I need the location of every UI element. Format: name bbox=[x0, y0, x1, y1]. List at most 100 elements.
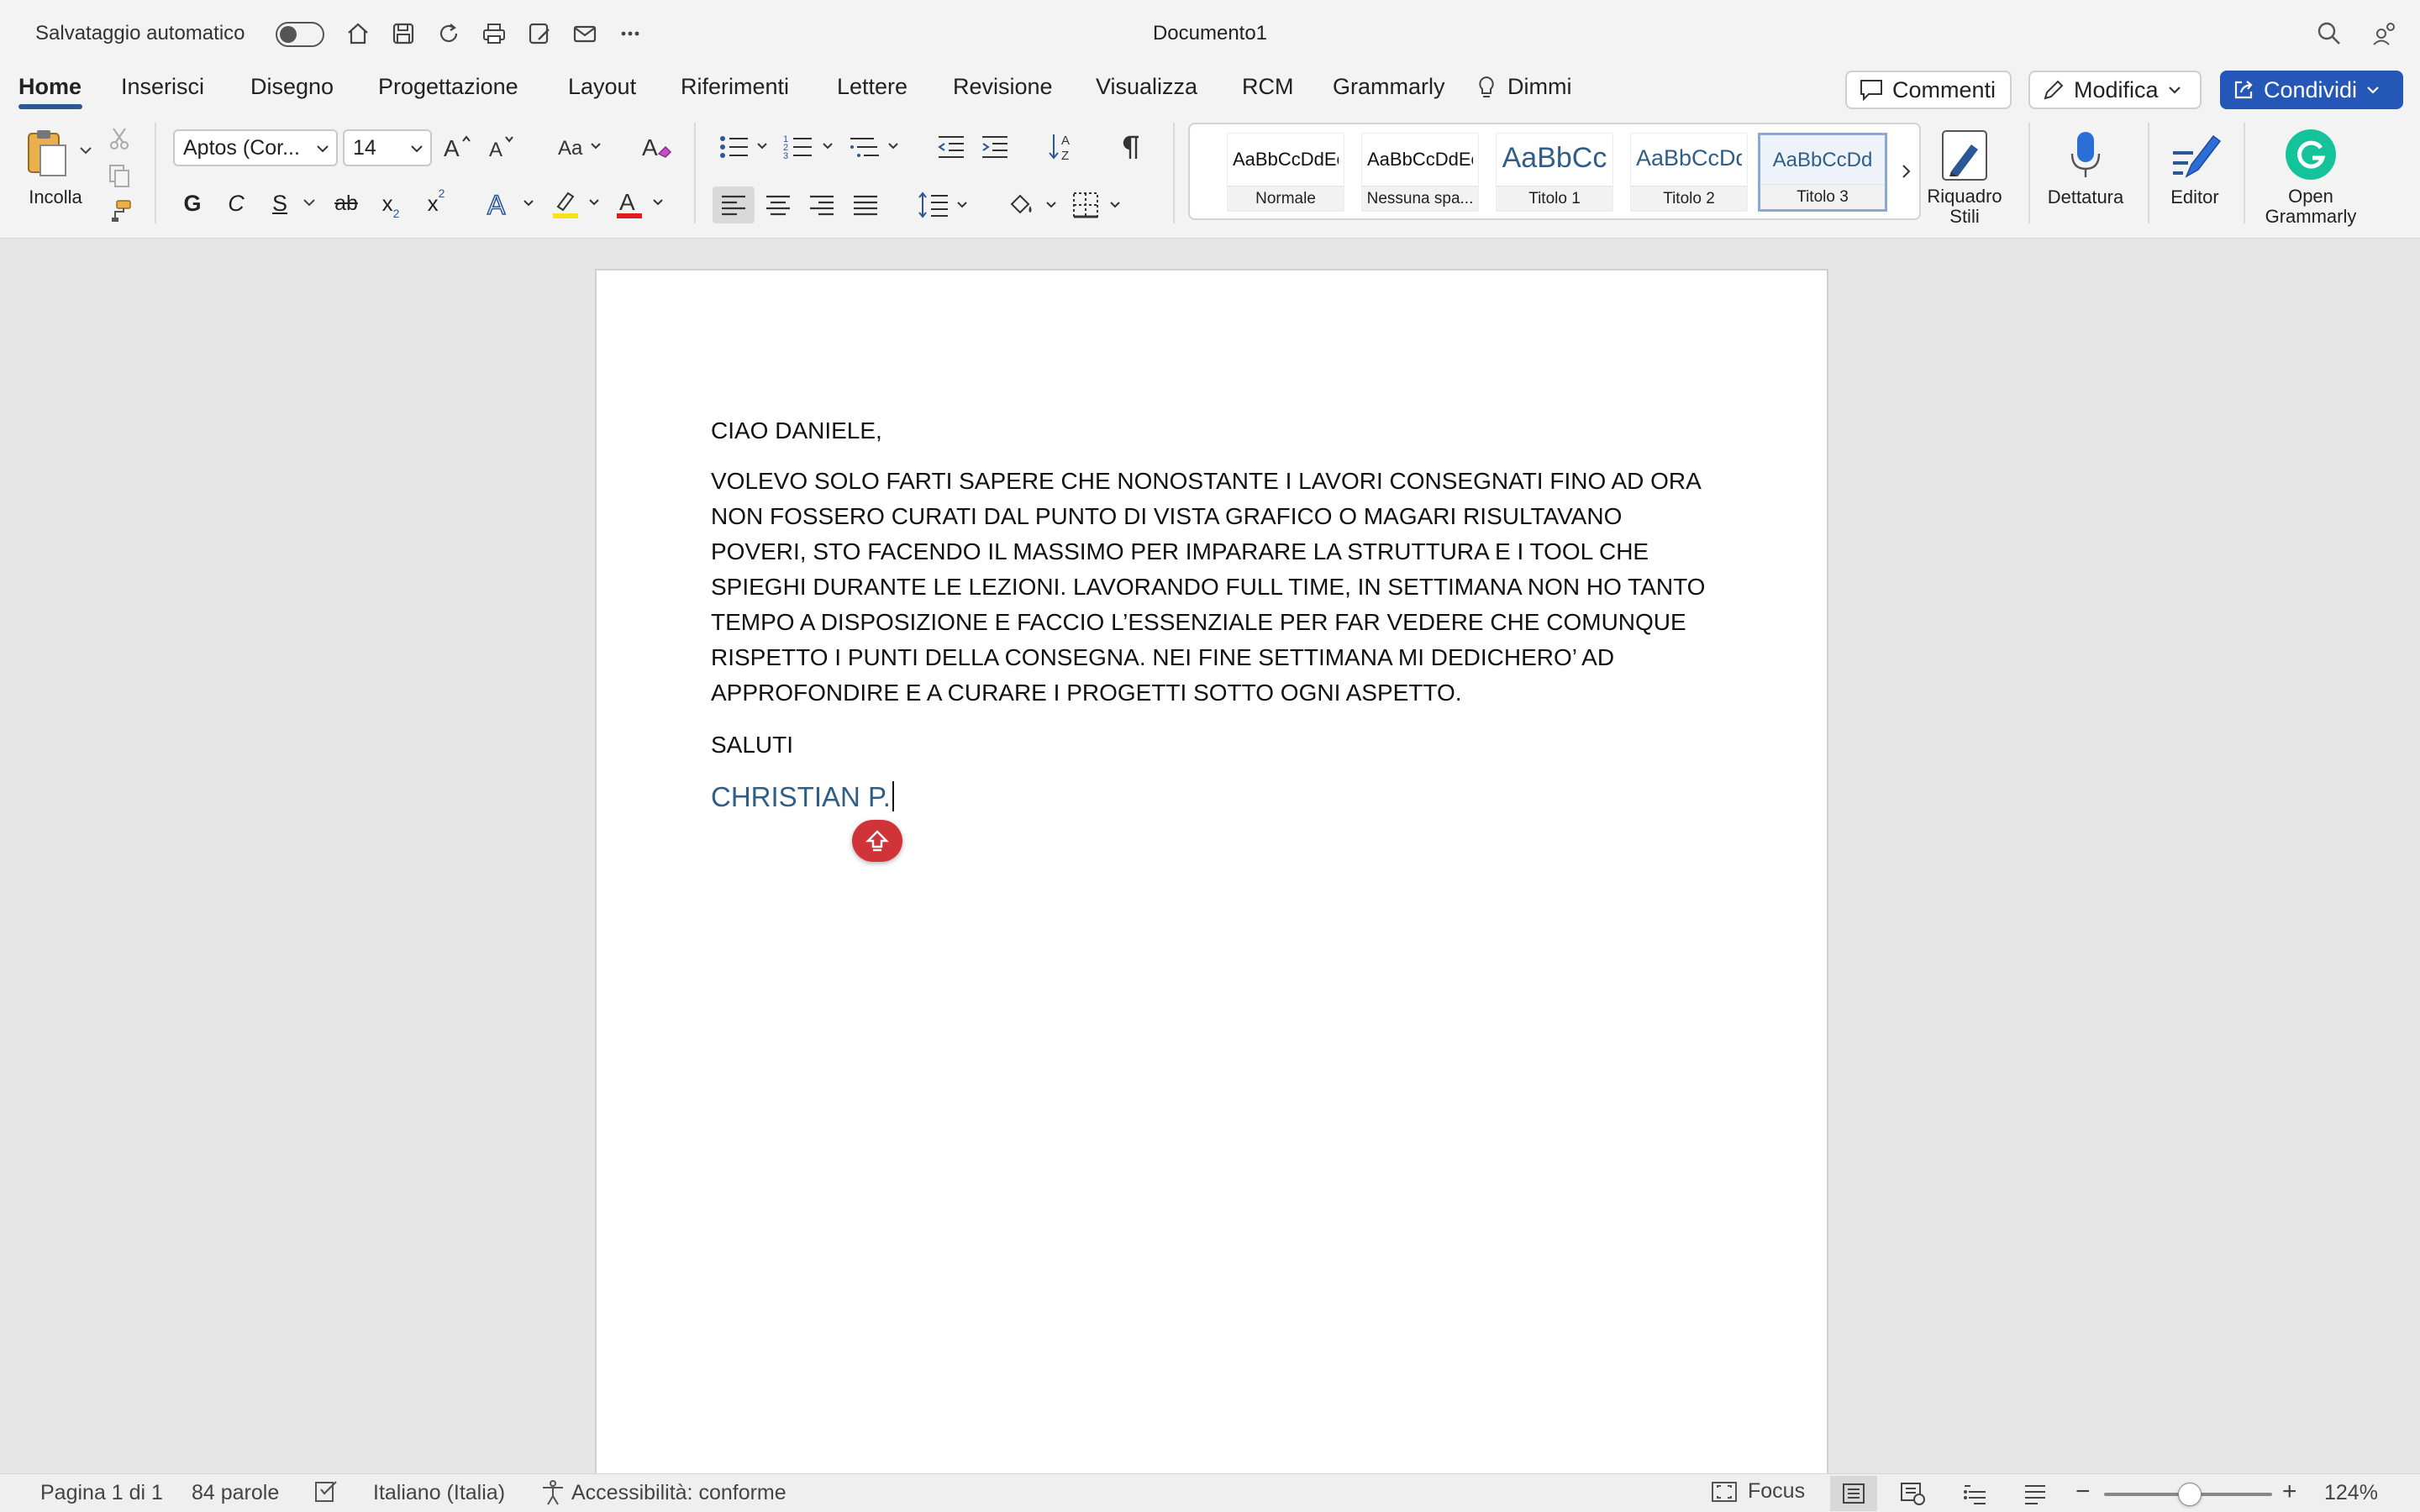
style-normale[interactable]: AaBbCcDdEe Normale bbox=[1227, 133, 1344, 212]
superscript-button[interactable]: x2 bbox=[424, 186, 449, 220]
paste-chevron-icon[interactable] bbox=[79, 146, 92, 156]
document-body[interactable]: VOLEVO SOLO FARTI SAPERE CHE NONOSTANTE … bbox=[711, 464, 1711, 711]
document-page[interactable] bbox=[595, 269, 1828, 1478]
line-spacing-icon[interactable] bbox=[916, 186, 975, 223]
comments-button[interactable]: Commenti bbox=[1845, 71, 2012, 109]
style-name: Titolo 3 bbox=[1760, 184, 1885, 209]
underline-chevron-icon[interactable] bbox=[302, 198, 316, 208]
paste-icon[interactable] bbox=[22, 126, 72, 181]
tab-grammarly[interactable]: Grammarly bbox=[1333, 74, 1445, 100]
multilevel-list-icon[interactable] bbox=[847, 129, 906, 165]
microphone-icon[interactable] bbox=[2064, 126, 2107, 185]
change-case-icon[interactable]: Aa bbox=[548, 128, 607, 166]
edit-mode-button[interactable]: Modifica bbox=[2028, 71, 2202, 109]
outline-view-icon[interactable] bbox=[1951, 1476, 1998, 1511]
focus-button[interactable]: Focus bbox=[1711, 1479, 1805, 1504]
chevron-down-icon bbox=[411, 145, 423, 153]
style-titolo-2[interactable]: AaBbCcDd Titolo 2 bbox=[1630, 133, 1748, 212]
align-left-icon[interactable] bbox=[713, 186, 755, 223]
tab-disegno[interactable]: Disegno bbox=[250, 74, 334, 100]
zoom-out-icon[interactable]: − bbox=[2075, 1478, 2091, 1506]
tab-lettere[interactable]: Lettere bbox=[837, 74, 908, 100]
search-icon[interactable] bbox=[2312, 17, 2346, 50]
format-painter-icon[interactable] bbox=[104, 197, 134, 225]
font-size-combo[interactable]: 14 bbox=[343, 129, 432, 166]
print-icon[interactable] bbox=[477, 17, 511, 50]
grow-font-icon[interactable]: A bbox=[440, 128, 474, 166]
styles-pane-icon[interactable] bbox=[1938, 126, 1991, 185]
bullets-icon[interactable] bbox=[716, 129, 775, 165]
styles-more-icon[interactable] bbox=[1896, 156, 1918, 186]
page-count[interactable]: Pagina 1 di 1 bbox=[40, 1481, 163, 1505]
tab-home[interactable]: Home bbox=[18, 74, 82, 100]
italic-button[interactable]: C bbox=[224, 186, 249, 220]
more-icon[interactable] bbox=[613, 17, 647, 50]
font-size-value: 14 bbox=[353, 135, 376, 160]
tab-progettazione[interactable]: Progettazione bbox=[378, 74, 518, 100]
document-signature[interactable]: CHRISTIAN P. bbox=[711, 780, 1711, 815]
superscript-label: x bbox=[427, 190, 439, 216]
word-count[interactable]: 84 parole bbox=[192, 1481, 279, 1505]
tab-riferimenti[interactable]: Riferimenti bbox=[681, 74, 789, 100]
bold-button[interactable]: G bbox=[180, 186, 205, 220]
sort-icon[interactable]: AZ bbox=[1045, 129, 1082, 165]
style-titolo-3[interactable]: AaBbCcDd Titolo 3 bbox=[1758, 133, 1887, 212]
editor-label: Editor bbox=[2170, 186, 2219, 207]
tab-revisione[interactable]: Revisione bbox=[953, 74, 1053, 100]
subscript-mark-icon: 2 bbox=[392, 207, 400, 220]
home-icon[interactable] bbox=[341, 17, 375, 50]
tab-visualizza[interactable]: Visualizza bbox=[1096, 74, 1197, 100]
style-nessuna-spaziatura[interactable]: AaBbCcDdEe Nessuna spa... bbox=[1361, 133, 1479, 212]
cut-icon[interactable] bbox=[104, 124, 134, 153]
zoom-percentage[interactable]: 124% bbox=[2324, 1481, 2378, 1505]
zoom-in-icon[interactable]: + bbox=[2282, 1478, 2297, 1506]
zoom-slider-thumb[interactable] bbox=[2178, 1483, 2202, 1506]
grammarly-icon[interactable] bbox=[2282, 126, 2339, 183]
redo-icon[interactable] bbox=[432, 17, 466, 50]
font-name-combo[interactable]: Aptos (Cor... bbox=[173, 129, 338, 166]
numbering-icon[interactable]: 123 bbox=[781, 129, 840, 165]
mail-icon[interactable] bbox=[568, 17, 602, 50]
save-as-icon[interactable] bbox=[523, 17, 556, 50]
font-color-icon[interactable]: A bbox=[612, 186, 671, 222]
style-name: Titolo 1 bbox=[1497, 186, 1612, 211]
tab-inserisci[interactable]: Inserisci bbox=[121, 74, 204, 100]
shrink-font-icon[interactable]: A bbox=[484, 128, 518, 166]
style-titolo-1[interactable]: AaBbCc Titolo 1 bbox=[1496, 133, 1613, 212]
share-button[interactable]: Condividi bbox=[2220, 71, 2403, 109]
editor-icon[interactable] bbox=[2166, 126, 2225, 185]
tab-layout[interactable]: Layout bbox=[568, 74, 636, 100]
tab-dimmi[interactable]: Dimmi bbox=[1476, 74, 1571, 100]
proofing-icon[interactable] bbox=[314, 1479, 341, 1510]
style-preview: AaBbCcDdEe bbox=[1233, 149, 1339, 170]
increase-indent-icon[interactable] bbox=[976, 129, 1013, 165]
document-greeting[interactable]: CIAO DANIELE, bbox=[711, 413, 1711, 449]
draft-view-icon[interactable] bbox=[2012, 1476, 2059, 1511]
language-status[interactable]: Italiano (Italia) bbox=[373, 1481, 505, 1505]
document-closing[interactable]: SALUTI bbox=[711, 727, 1711, 763]
copy-icon[interactable] bbox=[104, 161, 134, 190]
justify-icon[interactable] bbox=[847, 186, 884, 223]
strikethrough-button[interactable]: ab bbox=[329, 186, 363, 220]
web-layout-view-icon[interactable] bbox=[1889, 1476, 1936, 1511]
save-icon[interactable] bbox=[387, 17, 420, 50]
svg-text:A: A bbox=[444, 135, 460, 161]
align-center-icon[interactable] bbox=[760, 186, 797, 223]
align-right-icon[interactable] bbox=[803, 186, 840, 223]
highlight-color-icon[interactable] bbox=[548, 186, 607, 222]
borders-icon[interactable] bbox=[1069, 186, 1128, 223]
clear-formatting-icon[interactable]: A bbox=[639, 128, 676, 166]
share-people-icon[interactable] bbox=[2368, 17, 2402, 50]
subscript-button[interactable]: x2 bbox=[378, 186, 403, 221]
floating-assistant-button[interactable] bbox=[852, 820, 902, 862]
decrease-indent-icon[interactable] bbox=[933, 129, 970, 165]
shading-icon[interactable] bbox=[1005, 186, 1064, 223]
text-effects-icon[interactable]: A bbox=[482, 186, 541, 222]
tab-rcm[interactable]: RCM bbox=[1242, 74, 1294, 100]
show-formatting-marks-icon[interactable] bbox=[1114, 129, 1148, 165]
print-layout-view-icon[interactable] bbox=[1830, 1476, 1877, 1511]
accessibility-status[interactable]: Accessibilità: conforme bbox=[539, 1479, 786, 1506]
ribbon-separator bbox=[1173, 123, 1175, 223]
autosave-toggle[interactable] bbox=[276, 22, 324, 47]
underline-button[interactable]: S bbox=[267, 186, 292, 220]
